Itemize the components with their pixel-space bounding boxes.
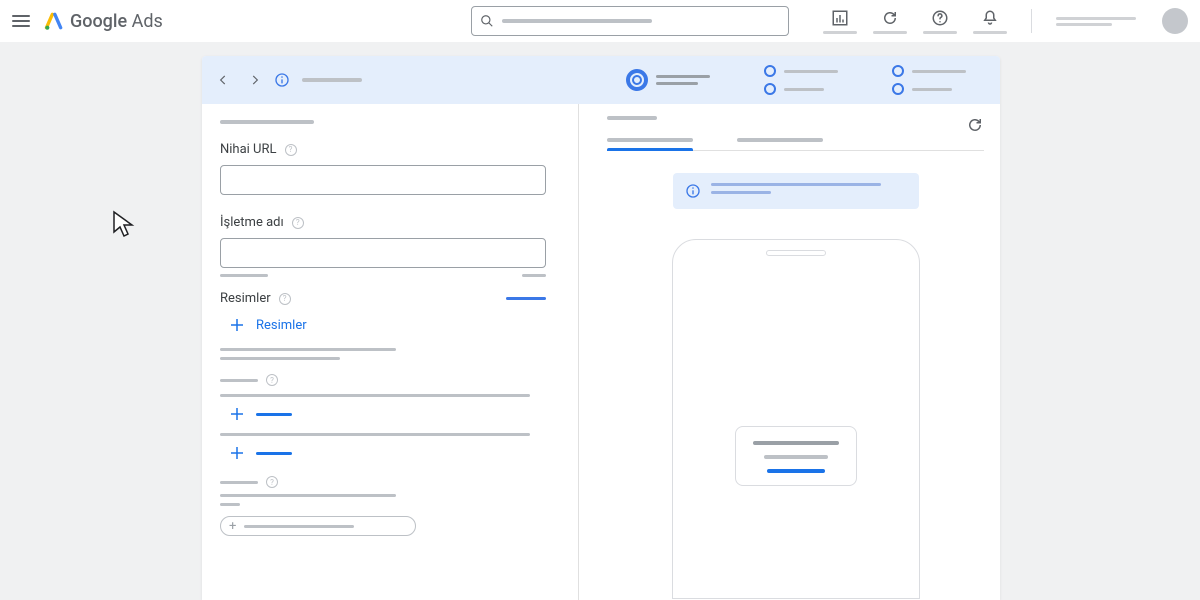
final-url-input[interactable]	[220, 165, 546, 195]
help-icon[interactable]: ?	[279, 293, 291, 305]
step-2[interactable]	[764, 65, 838, 95]
breadcrumb	[302, 78, 362, 82]
refresh-preview-icon[interactable]	[966, 116, 984, 138]
menu-icon[interactable]	[12, 15, 30, 27]
device-frame	[672, 239, 920, 599]
plus-icon: +	[229, 519, 236, 534]
ads-logo-icon	[44, 11, 64, 31]
step-3[interactable]	[892, 65, 966, 95]
add-item-button[interactable]	[228, 405, 560, 423]
product-name: Google Ads	[70, 11, 163, 32]
ad-form: Nihai URL ? İşletme adı ? Resimler ?	[202, 104, 578, 600]
step-1[interactable]	[626, 69, 710, 91]
group-label: ?	[220, 374, 560, 386]
account-switcher[interactable]	[1056, 17, 1136, 26]
help-icon[interactable]: ?	[266, 476, 278, 488]
help-icon[interactable]: ?	[292, 217, 304, 229]
images-label: Resimler ?	[220, 291, 546, 306]
stepper-header	[202, 56, 1000, 104]
section-title	[220, 120, 314, 124]
add-chip-input[interactable]: +	[220, 516, 416, 536]
notifications-icon[interactable]	[973, 9, 1007, 34]
info-icon[interactable]	[274, 72, 290, 88]
ad-cta[interactable]	[767, 469, 825, 473]
final-url-label: Nihai URL ?	[220, 142, 560, 157]
search-icon	[480, 14, 494, 28]
preview-title	[607, 116, 657, 120]
workspace: Nihai URL ? İşletme adı ? Resimler ?	[202, 56, 1000, 600]
ad-preview	[578, 104, 1000, 600]
avatar[interactable]	[1162, 8, 1188, 34]
forward-icon[interactable]	[248, 73, 262, 87]
refresh-icon[interactable]	[873, 9, 907, 34]
search-input[interactable]	[471, 6, 789, 36]
preview-tab-1[interactable]	[607, 138, 693, 150]
info-icon	[685, 183, 701, 199]
add-images-button[interactable]: Resimler	[228, 316, 560, 334]
group-label-2: ?	[220, 476, 560, 488]
preview-tab-2[interactable]	[737, 138, 823, 150]
images-hint-link[interactable]	[506, 297, 546, 300]
preview-info-banner	[673, 173, 919, 209]
business-name-input[interactable]	[220, 238, 546, 268]
product-logo[interactable]: Google Ads	[44, 11, 163, 32]
help-icon[interactable]	[923, 9, 957, 34]
reports-icon[interactable]	[823, 9, 857, 34]
app-bar: Google Ads	[0, 0, 1200, 42]
ad-card	[735, 426, 857, 486]
add-item-button-2[interactable]	[228, 444, 560, 462]
back-icon[interactable]	[216, 73, 230, 87]
help-icon[interactable]: ?	[285, 144, 297, 156]
preview-tabs	[607, 138, 984, 151]
cursor-icon	[112, 210, 138, 238]
business-name-label: İşletme adı ?	[220, 215, 560, 230]
help-icon[interactable]: ?	[266, 374, 278, 386]
device-notch	[766, 250, 826, 256]
